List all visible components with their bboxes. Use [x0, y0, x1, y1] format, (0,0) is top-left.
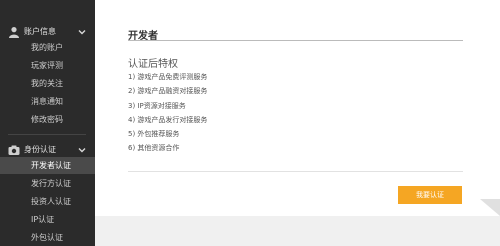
section-title: 认证后特权	[128, 59, 178, 70]
sidebar-item-investor-auth[interactable]: 投资人认证	[0, 193, 95, 210]
sidebar: 账户信息 我的账户 玩家评测 我的关注 消息通知 修改密码 身份认证 开发者认证…	[0, 0, 95, 246]
apply-auth-button[interactable]: 我要认证	[398, 186, 462, 204]
title-divider	[128, 40, 463, 41]
sidebar-divider	[8, 134, 86, 135]
list-item: 2) 游戏产品融资对接服务	[128, 87, 208, 96]
account-group-label: 账户信息	[24, 27, 56, 36]
list-item: 4) 游戏产品发行对接服务	[128, 115, 208, 124]
footer-divider	[128, 171, 463, 172]
sidebar-item-my-account[interactable]: 我的账户	[0, 39, 95, 56]
sidebar-item-developer-auth[interactable]: 开发者认证	[0, 157, 95, 174]
sidebar-item-publisher-auth[interactable]: 发行方认证	[0, 175, 95, 192]
list-item: 3) IP资源对接服务	[128, 101, 186, 110]
privilege-list: 1) 游戏产品免费评测服务 2) 游戏产品融资对接服务 3) IP资源对接服务 …	[128, 70, 207, 156]
sidebar-item-notifications[interactable]: 消息通知	[0, 93, 95, 110]
list-item: 6) 其他资源合作	[128, 144, 180, 153]
sidebar-item-outsourcing-auth[interactable]: 外包认证	[0, 229, 95, 246]
list-item: 1) 游戏产品免费评测服务	[128, 73, 208, 81]
list-item: 5) 外包推荐服务	[128, 130, 180, 139]
chevron-down-icon	[78, 148, 86, 153]
user-icon	[9, 27, 19, 38]
sidebar-item-player-reviews[interactable]: 玩家评测	[0, 57, 95, 74]
sidebar-item-change-password[interactable]: 修改密码	[0, 111, 95, 128]
id-camera-icon	[8, 145, 20, 155]
sidebar-item-ip-auth[interactable]: IP认证	[0, 211, 95, 228]
auth-group-label: 身份认证	[24, 145, 56, 154]
chevron-down-icon	[78, 30, 86, 35]
main-panel: 开发者 认证后特权 1) 游戏产品免费评测服务 2) 游戏产品融资对接服务 3)…	[95, 0, 500, 216]
page-curl-decoration	[480, 199, 500, 216]
sidebar-item-my-follows[interactable]: 我的关注	[0, 75, 95, 92]
